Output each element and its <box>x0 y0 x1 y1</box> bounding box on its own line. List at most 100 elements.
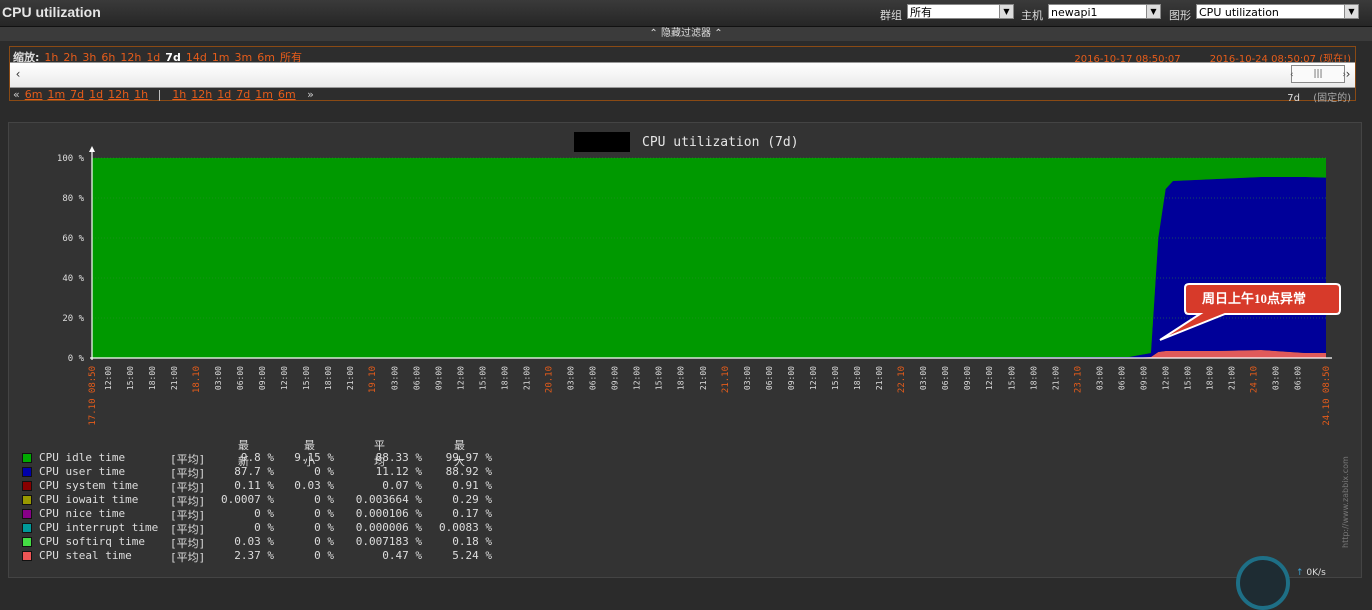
legend-avg: 0.47 % <box>382 549 422 562</box>
legend-item: CPU user time [平均] 87.7 % 0 % 11.12 % 88.92 % <box>22 465 542 480</box>
legend-swatch <box>22 509 32 519</box>
legend-max: 0.0083 % <box>439 521 492 534</box>
x-tick-label: 15:00 <box>1007 366 1016 390</box>
legend-header-max: 最大 <box>454 439 465 468</box>
legend-name: CPU interrupt time <box>39 521 159 534</box>
x-tick-label: 09:00 <box>1139 366 1148 390</box>
x-tick-label: 12:00 <box>985 366 994 390</box>
legend-max: 0.17 % <box>452 507 492 520</box>
legend-avg: 0.07 % <box>382 479 422 492</box>
legend-swatch <box>22 537 32 547</box>
x-tick-label: 18:00 <box>500 366 509 390</box>
legend-swatch <box>22 551 32 561</box>
x-tick-label: 18:00 <box>677 366 686 390</box>
x-tick-label: 15:00 <box>478 366 487 390</box>
legend-max: 88.92 % <box>445 465 492 478</box>
legend-header-min: 最小 <box>304 439 315 468</box>
legend-avg: 0.000006 % <box>355 521 422 534</box>
x-tick-label: 06:00 <box>589 366 598 390</box>
legend-min: 0 % <box>314 549 334 562</box>
x-tick-label: 03:00 <box>567 366 576 390</box>
chart-title: CPU utilization (7d) <box>642 135 799 150</box>
y-tick-label: 40 % <box>62 274 84 284</box>
legend-avg: 0.007183 % <box>355 535 422 548</box>
legend-max: 0.18 % <box>452 535 492 548</box>
x-tick-label: 12:00 <box>809 366 818 390</box>
x-tick-label: 21:00 <box>170 366 179 390</box>
legend-name: CPU idle time <box>39 451 126 464</box>
x-tick-label: 18:00 <box>324 366 333 390</box>
legend-avg: 11.12 % <box>375 465 422 478</box>
x-tick-label: 22.10 <box>897 366 907 393</box>
x-tick-label: 24.10 <box>1250 366 1260 393</box>
x-tick-label: 21:00 <box>875 366 884 390</box>
x-tick-label: 09:00 <box>787 366 796 390</box>
x-tick-label: 09:00 <box>258 366 267 390</box>
legend-min: 0 % <box>314 507 334 520</box>
x-tick-label: 18.10 <box>192 366 202 393</box>
x-tick-label: 18:00 <box>1029 366 1038 390</box>
legend-item: CPU nice time [平均] 0 % 0 % 0.000106 % 0.17 % <box>22 507 542 522</box>
x-tick-label: 03:00 <box>919 366 928 390</box>
legend-max: 0.91 % <box>452 479 492 492</box>
x-tick-label: 12:00 <box>280 366 289 390</box>
x-tick-label: 23.10 <box>1073 366 1083 393</box>
legend-swatch <box>22 495 32 505</box>
legend-last: 0.0007 % <box>221 493 274 506</box>
x-tick-label: 15:00 <box>302 366 311 390</box>
x-tick-label: 18:00 <box>148 366 157 390</box>
upload-arrow-icon: ↑ <box>1296 568 1304 578</box>
x-tick-label: 17.10 08:50 <box>88 366 98 426</box>
legend-item: CPU system time [平均] 0.11 % 0.03 % 0.07 % 0.9… <box>22 479 542 494</box>
legend-swatch <box>22 467 32 477</box>
legend-max: 0.29 % <box>452 493 492 506</box>
x-tick-label: 15:00 <box>655 366 664 390</box>
x-tick-label: 20.10 <box>545 366 555 393</box>
legend-swatch <box>22 453 32 463</box>
legend-max: 99.97 % <box>445 451 492 464</box>
legend-last: 9.8 % <box>240 451 274 464</box>
x-tick-label: 21:00 <box>522 366 531 390</box>
annotation-text: 周日上午10点异常 <box>1202 291 1306 306</box>
legend-name: CPU iowait time <box>39 493 139 506</box>
legend-last: 0.11 % <box>234 479 274 492</box>
legend-item: CPU softirq time [平均] 0.03 % 0 % 0.007183 % 0… <box>22 535 542 550</box>
legend-swatch <box>22 523 32 533</box>
x-tick-label: 03:00 <box>214 366 223 390</box>
legend-header-last: 最新 <box>238 439 249 468</box>
legend-min: 0 % <box>314 493 334 506</box>
x-tick-label: 12:00 <box>456 366 465 390</box>
x-tick-label: 21:00 <box>699 366 708 390</box>
x-tick-label: 06:00 <box>1117 366 1126 390</box>
legend-item: CPU steal time [平均] 2.37 % 0 % 0.47 % 5.24 % <box>22 549 542 564</box>
speed-value: 0K/s <box>1306 568 1326 578</box>
x-tick-label: 06:00 <box>412 366 421 390</box>
x-tick-label: 03:00 <box>743 366 752 390</box>
legend-func: [平均] <box>170 551 206 564</box>
x-tick-label: 24.10 08:50 <box>1322 366 1332 426</box>
x-tick-label: 21:00 <box>346 366 355 390</box>
y-tick-label: 20 % <box>62 314 84 324</box>
network-gauge <box>1236 556 1290 610</box>
redacted-host-box <box>574 132 630 152</box>
legend-last: 0 % <box>254 507 274 520</box>
legend-last: 87.7 % <box>234 465 274 478</box>
x-tick-label: 21:00 <box>1228 366 1237 390</box>
series-area-cpu-idle-time <box>92 158 1326 358</box>
x-tick-label: 21:00 <box>1051 366 1060 390</box>
x-tick-label: 06:00 <box>765 366 774 390</box>
x-tick-label: 03:00 <box>1095 366 1104 390</box>
legend-min: 0 % <box>314 521 334 534</box>
x-tick-label: 15:00 <box>126 366 135 390</box>
x-tick-label: 06:00 <box>941 366 950 390</box>
x-tick-label: 03:00 <box>390 366 399 390</box>
legend-max: 5.24 % <box>452 549 492 562</box>
legend-swatch <box>22 481 32 491</box>
zabbix-watermark: http://www.zabbix.com <box>1341 456 1350 548</box>
x-tick-label: 06:00 <box>1294 366 1303 390</box>
x-tick-label: 19.10 <box>368 366 378 393</box>
legend-min: 9.15 % <box>294 451 334 464</box>
x-tick-label: 12:00 <box>1162 366 1171 390</box>
legend-header-avg: 平均 <box>374 439 385 468</box>
x-tick-label: 03:00 <box>1272 366 1281 390</box>
